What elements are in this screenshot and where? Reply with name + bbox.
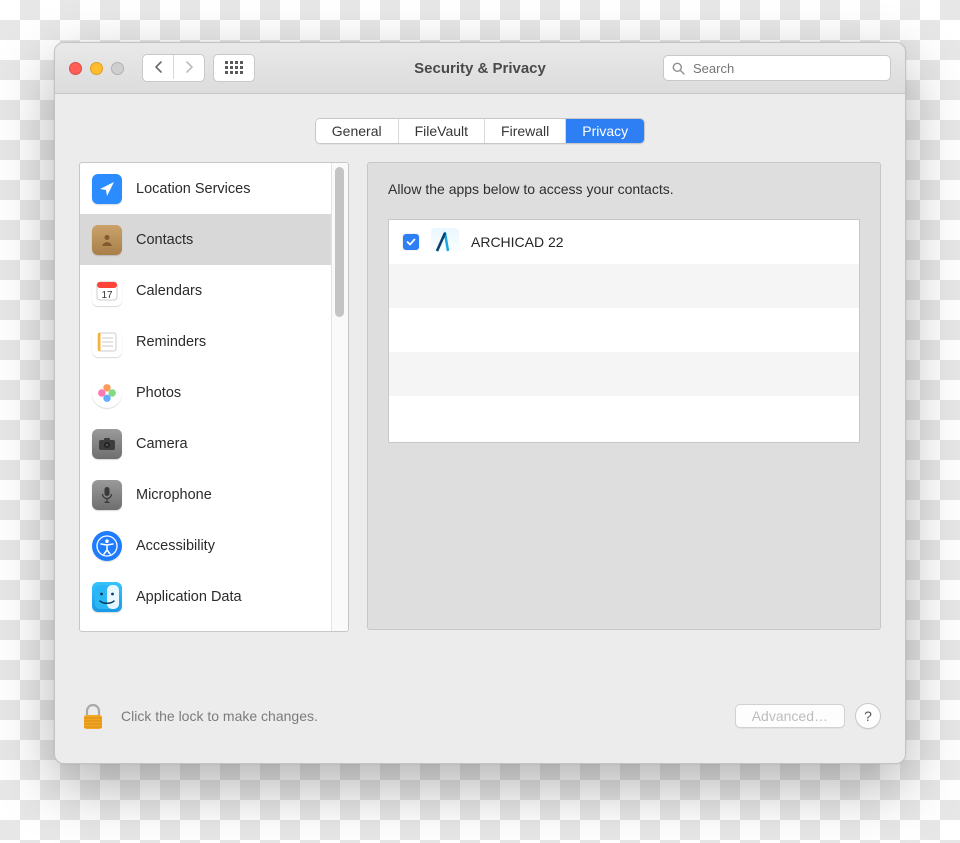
sidebar-item-label: Location Services [136,181,250,197]
sidebar-item-photos[interactable]: Photos [80,367,332,418]
back-button[interactable] [143,55,173,79]
sidebar-item-label: Reminders [136,334,206,350]
chevron-left-icon [154,61,163,73]
search-field[interactable] [663,55,891,81]
sidebar-item-accessibility[interactable]: Accessibility [80,520,332,571]
body: Location Services Contacts 17 Calendars [55,162,905,674]
app-row[interactable]: ARCHICAD 22 [389,220,859,264]
help-button[interactable]: ? [855,703,881,729]
tab-privacy[interactable]: Privacy [566,119,644,143]
lock-icon [81,703,105,731]
sidebar-scrollbar[interactable] [331,163,348,631]
lock-note: Click the lock to make changes. [121,708,318,724]
sidebar-item-calendars[interactable]: 17 Calendars [80,265,332,316]
sidebar-item-reminders[interactable]: Reminders [80,316,332,367]
app-checkbox[interactable] [403,234,419,250]
sidebar-item-location-services[interactable]: Location Services [80,163,332,214]
app-label: ARCHICAD 22 [471,234,564,250]
detail-title: Allow the apps below to access your cont… [388,181,860,197]
bottom-bar: Click the lock to make changes. Advanced… [55,674,905,763]
app-row-empty [389,352,859,396]
minimize-button[interactable] [90,62,103,75]
sidebar-item-camera[interactable]: Camera [80,418,332,469]
search-input[interactable] [691,60,882,77]
finder-icon [92,582,122,612]
sidebar-item-label: Accessibility [136,538,215,554]
lock-button[interactable] [79,701,107,731]
tab-bar: General FileVault Firewall Privacy [55,94,905,162]
tab-filevault[interactable]: FileVault [399,119,485,143]
svg-text:17: 17 [101,290,113,301]
reminders-icon [92,327,122,357]
sidebar-item-microphone[interactable]: Microphone [80,469,332,520]
scrollbar-thumb[interactable] [335,167,344,317]
advanced-button[interactable]: Advanced… [735,704,845,728]
privacy-category-sidebar: Location Services Contacts 17 Calendars [79,162,349,632]
search-icon [672,62,685,75]
archicad-icon [431,228,459,256]
sidebar-item-label: Camera [136,436,188,452]
app-row-empty [389,308,859,352]
camera-icon [92,429,122,459]
photos-icon [92,378,122,408]
chevron-right-icon [185,61,194,73]
sidebar-item-label: Application Data [136,589,242,605]
tab-firewall[interactable]: Firewall [485,119,566,143]
app-row-empty [389,264,859,308]
sidebar-item-label: Microphone [136,487,212,503]
sidebar-item-contacts[interactable]: Contacts [80,214,332,265]
microphone-icon [92,480,122,510]
location-icon [92,174,122,204]
titlebar: Security & Privacy [55,43,905,94]
contacts-icon [92,225,122,255]
nav-buttons [142,54,255,82]
sidebar-item-label: Calendars [136,283,202,299]
calendar-icon: 17 [92,276,122,306]
sidebar-item-application-data[interactable]: Application Data [80,571,332,622]
zoom-button[interactable] [111,62,124,75]
traffic-lights [69,62,124,75]
detail-panel: Allow the apps below to access your cont… [367,162,881,630]
preferences-window: Security & Privacy General FileVault Fir… [54,42,906,764]
app-row-empty [389,396,859,440]
tab-general[interactable]: General [316,119,399,143]
app-access-list: ARCHICAD 22 [388,219,860,443]
accessibility-icon [92,531,122,561]
sidebar-item-label: Contacts [136,232,193,248]
check-icon [406,237,416,247]
show-all-button[interactable] [213,54,255,82]
sidebar-item-label: Photos [136,385,181,401]
close-button[interactable] [69,62,82,75]
grid-icon [225,61,243,75]
forward-button[interactable] [173,55,204,79]
